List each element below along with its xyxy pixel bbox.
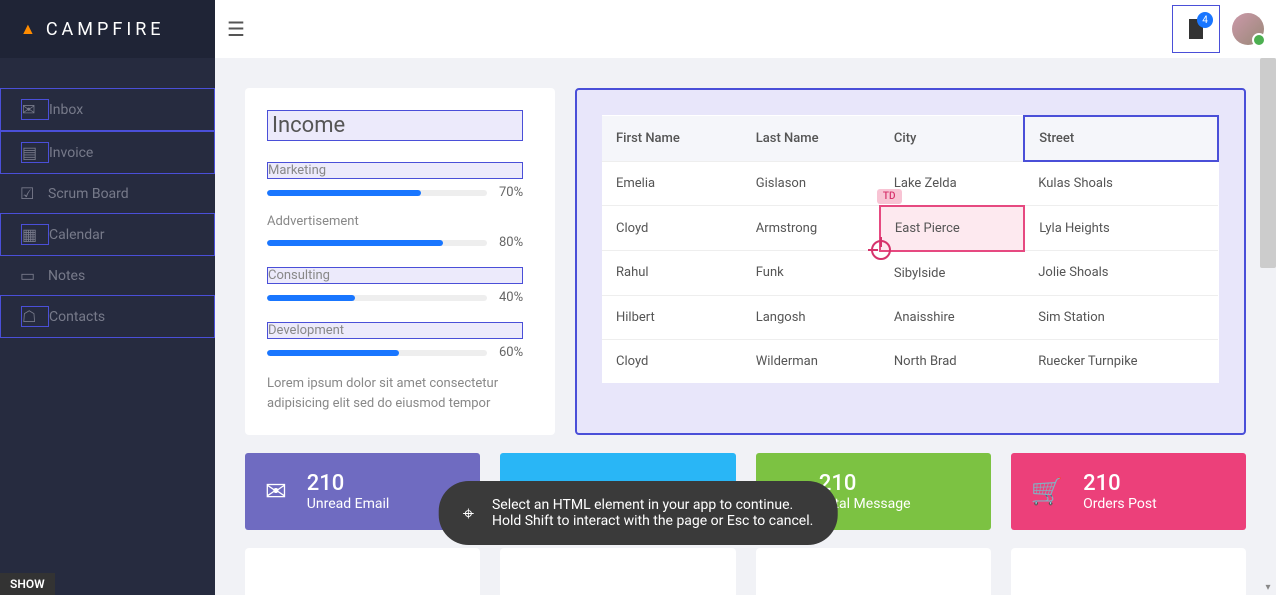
calendar-icon: ▦ — [21, 224, 49, 245]
stat-label: Orders Post — [1083, 496, 1157, 512]
table-cell: Gislason — [742, 161, 880, 206]
table-card: First NameLast NameCityStreet EmeliaGisl… — [575, 88, 1246, 435]
check-icon: ☑ — [20, 184, 48, 203]
progress-track — [267, 190, 487, 196]
mail-icon: ✉ — [21, 99, 49, 120]
sidebar-item-label: Notes — [48, 268, 85, 284]
topbar: ☰ 4 — [215, 0, 1276, 58]
table-row[interactable]: RahulFunkSibylsideJolie Shoals — [602, 251, 1218, 296]
stat-label: Unread Email — [307, 496, 390, 512]
progress-label: Addvertisement — [267, 214, 533, 229]
logo: ▲ CAMPFIRE — [0, 0, 215, 58]
table-cell: Ruecker Turnpike — [1024, 339, 1218, 383]
table-cell: Sim Station — [1024, 295, 1218, 339]
table-cell: Funk — [742, 251, 880, 296]
table-cell: Hilbert — [602, 295, 742, 339]
crosshair-icon — [871, 240, 891, 260]
income-mini-card — [1011, 548, 1246, 595]
selection-tag: TD — [877, 189, 902, 204]
toast-line2: Hold Shift to interact with the page or … — [492, 513, 813, 529]
table-header[interactable]: Last Name — [742, 116, 880, 161]
income-title: Income — [267, 110, 523, 141]
notification-button[interactable]: 4 — [1172, 5, 1220, 53]
sidebar-item-scrum[interactable]: ☑Scrum Board — [0, 174, 215, 213]
stat-icon: 🛒 — [1031, 477, 1063, 507]
table-cell: Jolie Shoals — [1024, 251, 1218, 296]
invoice-icon: ▤ — [21, 142, 49, 163]
flame-icon: ▲ — [20, 19, 40, 39]
sidebar-item-invoice[interactable]: ▤Invoice — [0, 131, 215, 174]
table-row[interactable]: EmeliaGislasonLake ZeldaKulas Shoals — [602, 161, 1218, 206]
stat-number: 210 — [1083, 471, 1157, 496]
data-table: First NameLast NameCityStreet EmeliaGisl… — [602, 115, 1219, 383]
sidebar-item-notes[interactable]: ▭Notes — [0, 256, 215, 295]
table-header[interactable]: City — [880, 116, 1024, 161]
income-description: Lorem ipsum dolor sit amet consectetur a… — [267, 374, 533, 413]
sidebar-item-label: Scrum Board — [48, 186, 129, 202]
sidebar-item-inbox[interactable]: ✉Inbox — [0, 88, 215, 131]
table-row[interactable]: HilbertLangoshAnaisshireSim Station — [602, 295, 1218, 339]
progress-track — [267, 240, 487, 246]
table-cell: Lyla Heights — [1024, 206, 1218, 251]
table-cell: Langosh — [742, 295, 880, 339]
sidebar-item-contacts[interactable]: ☖Contacts — [0, 295, 215, 338]
sidebar-item-calendar[interactable]: ▦Calendar — [0, 213, 215, 256]
stat-icon: ✉ — [265, 477, 287, 507]
contacts-icon: ☖ — [21, 306, 49, 327]
notes-icon: ▭ — [20, 266, 48, 285]
table-cell: East PierceTD — [880, 206, 1024, 251]
table-cell: Armstrong — [742, 206, 880, 251]
sidebar-item-label: Invoice — [49, 145, 93, 161]
nav: ✉Inbox ▤Invoice ☑Scrum Board ▦Calendar ▭… — [0, 58, 215, 338]
income-mini-card — [756, 548, 991, 595]
stat-number: 210 — [307, 471, 390, 496]
progress-label: Marketing — [267, 162, 523, 179]
table-cell: Sibylside — [880, 251, 1024, 296]
progress-label: Consulting — [267, 267, 523, 284]
progress-pct: 80% — [499, 235, 533, 250]
income-mini-card — [245, 548, 480, 595]
sidebar: ▲ CAMPFIRE ✉Inbox ▤Invoice ☑Scrum Board … — [0, 0, 215, 595]
table-cell: Cloyd — [602, 339, 742, 383]
target-icon: ⌖ — [463, 501, 474, 525]
notification-badge: 4 — [1197, 12, 1213, 28]
sidebar-item-label: Calendar — [49, 227, 105, 243]
stat-number: 210 — [819, 471, 911, 496]
progress-track — [267, 350, 487, 356]
progress-pct: 40% — [499, 290, 533, 305]
toast-line1: Select an HTML element in your app to co… — [492, 497, 813, 513]
menu-toggle-icon[interactable]: ☰ — [227, 17, 245, 41]
progress-label: Development — [267, 322, 523, 339]
progress-track — [267, 295, 487, 301]
table-header[interactable]: First Name — [602, 116, 742, 161]
sidebar-item-label: Contacts — [49, 309, 105, 325]
scroll-down-icon[interactable]: ▾ — [1260, 579, 1276, 595]
table-cell: North Brad — [880, 339, 1024, 383]
show-button[interactable]: SHOW — [0, 573, 55, 595]
scrollbar[interactable] — [1260, 58, 1276, 268]
table-cell: Lake Zelda — [880, 161, 1024, 206]
table-header[interactable]: Street — [1024, 116, 1218, 161]
table-cell: Rahul — [602, 251, 742, 296]
brand-text: CAMPFIRE — [46, 19, 165, 40]
table-row[interactable]: CloydArmstrongEast PierceTDLyla Heights — [602, 206, 1218, 251]
table-cell: Cloyd — [602, 206, 742, 251]
table-cell: Emelia — [602, 161, 742, 206]
avatar[interactable] — [1232, 13, 1264, 45]
progress-pct: 60% — [499, 345, 533, 360]
stat-card[interactable]: 🛒 210Orders Post — [1011, 453, 1246, 530]
progress-pct: 70% — [499, 185, 533, 200]
table-cell: Anaisshire — [880, 295, 1024, 339]
table-row[interactable]: CloydWildermanNorth BradRuecker Turnpike — [602, 339, 1218, 383]
income-mini-card — [500, 548, 735, 595]
sidebar-item-label: Inbox — [49, 102, 83, 118]
inspector-toast: ⌖ Select an HTML element in your app to … — [439, 481, 838, 545]
income-card: Income Marketing 70% Addvertisement 80% Cons… — [245, 88, 555, 435]
table-cell: Kulas Shoals — [1024, 161, 1218, 206]
table-cell: Wilderman — [742, 339, 880, 383]
